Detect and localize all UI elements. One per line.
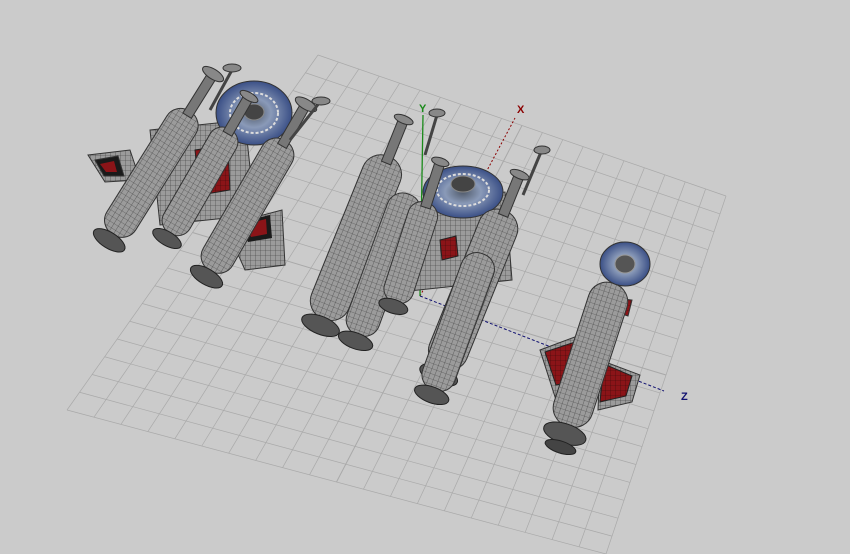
center-radar-core [450,175,476,193]
right-radar-core [614,254,636,274]
x-axis-label: X [517,104,525,116]
3d-viewport[interactable]: X Y Z [0,0,850,554]
grid-line [79,391,613,537]
z-axis-label: Z [681,391,688,403]
viewport-scene[interactable]: X Y Z [0,0,850,554]
grid-line [92,374,619,519]
center-red-panel-2 [439,235,459,261]
spaceship-model-center[interactable] [299,108,551,408]
grid-line [66,409,607,554]
spaceship-model-left[interactable] [87,60,331,292]
y-axis-label: Y [419,103,427,115]
